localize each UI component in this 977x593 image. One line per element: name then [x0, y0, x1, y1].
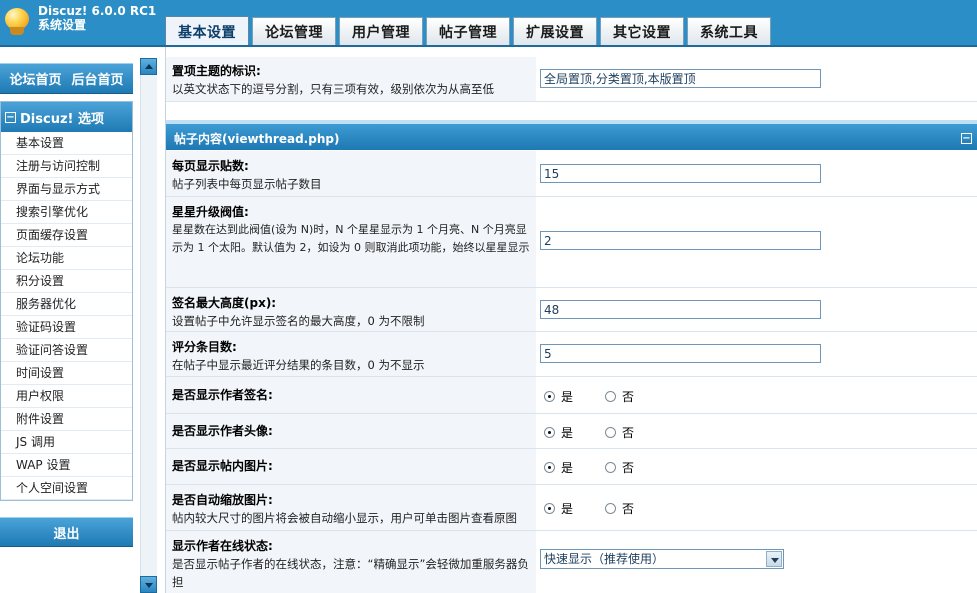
sidebar-item-forum-features[interactable]: 论坛功能 [1, 247, 132, 270]
setting-title: 置项主题的标识: [172, 64, 261, 78]
admin-home-link[interactable]: 后台首页 [72, 69, 124, 88]
logout-button[interactable]: 退出 [0, 517, 133, 547]
app-subtitle: 系统设置 [38, 18, 87, 32]
setting-desc: 是否显示帖子作者的在线状态，注意：“精确显示”会轻微加重服务器负担 [172, 557, 529, 589]
setting-row-sticky-labels: 置项主题的标识: 以英文状态下的逗号分割，只有三项有效，级别依次为从高至低 [166, 57, 977, 102]
auto-resize-no-radio[interactable] [605, 503, 617, 514]
setting-title: 显示作者在线状态: [172, 539, 273, 553]
setting-desc: 设置帖子中允许显示签名的最大高度，0 为不限制 [172, 314, 425, 328]
setting-row-star-threshold: 星星升级阀值: 星星数在达到此阀值(设为 N)时，N 个星星显示为 1 个月亮、… [166, 197, 977, 288]
sidebar-top-links: 论坛首页 后台首页 [0, 63, 133, 94]
setting-title: 评分条目数: [172, 340, 237, 354]
arrow-down-icon [145, 583, 153, 588]
options-menu-header[interactable]: − Discuz! 选项 [1, 102, 132, 132]
show-images-no-radio[interactable] [605, 462, 617, 473]
app-header: Discuz! 6.0.0 RC1 系统设置 基本设置 论坛管理 用户管理 帖子… [0, 0, 977, 47]
sticky-labels-input[interactable] [540, 69, 821, 88]
rating-count-input[interactable] [540, 344, 821, 363]
sidebar-item-captcha[interactable]: 验证码设置 [1, 316, 132, 339]
sidebar: 论坛首页 后台首页 − Discuz! 选项 基本设置 注册与访问控制 界面与显… [0, 47, 136, 593]
setting-row-show-signature: 是否显示作者签名: 是 否 [166, 377, 977, 414]
sidebar-item-attachments[interactable]: 附件设置 [1, 408, 132, 431]
settings-panel: 置项主题的标识: 以英文状态下的逗号分割，只有三项有效，级别依次为从高至低 帖子… [165, 47, 977, 593]
tab-system-tools[interactable]: 系统工具 [687, 17, 771, 45]
sidebar-item-register-access[interactable]: 注册与访问控制 [1, 155, 132, 178]
setting-row-signature-height: 签名最大高度(px): 设置帖子中允许显示签名的最大高度，0 为不限制 [166, 288, 977, 332]
setting-row-show-avatar: 是否显示作者头像: 是 否 [166, 414, 977, 449]
tab-user-management[interactable]: 用户管理 [339, 17, 423, 45]
radio-label: 否 [622, 502, 635, 516]
setting-title: 是否自动缩放图片: [172, 493, 273, 507]
setting-title: 是否显示帖内图片: [172, 459, 273, 473]
scrollbar[interactable] [140, 58, 157, 593]
setting-row-online-status: 显示作者在线状态: 是否显示帖子作者的在线状态，注意：“精确显示”会轻微加重服务… [166, 531, 977, 593]
sidebar-item-permissions[interactable]: 用户权限 [1, 385, 132, 408]
scroll-down-button[interactable] [140, 576, 157, 593]
setting-title: 是否显示作者头像: [172, 424, 273, 438]
setting-row-posts-per-page: 每页显示贴数: 帖子列表中每页显示帖子数目 [166, 151, 977, 197]
radio-label: 否 [622, 461, 635, 475]
sidebar-item-js-call[interactable]: JS 调用 [1, 431, 132, 454]
options-menu-title: Discuz! 选项 [20, 111, 104, 127]
setting-title: 星星升级阀值: [172, 205, 249, 219]
radio-label: 否 [622, 426, 635, 440]
radio-label: 是 [561, 390, 574, 404]
collapse-icon[interactable]: − [5, 111, 16, 123]
star-threshold-input[interactable] [540, 231, 821, 250]
sidebar-item-server-optimize[interactable]: 服务器优化 [1, 293, 132, 316]
setting-desc: 帖内较大尺寸的图片将会被自动缩小显示，用户可单击图片查看原图 [172, 511, 517, 525]
signature-height-input[interactable] [540, 300, 821, 319]
sidebar-item-basic[interactable]: 基本设置 [1, 132, 132, 155]
setting-row-show-images: 是否显示帖内图片: 是 否 [166, 449, 977, 485]
app-name: Discuz! 6.0.0 RC1 [38, 4, 157, 18]
tab-forum-management[interactable]: 论坛管理 [252, 17, 336, 45]
setting-title: 每页显示贴数: [172, 159, 249, 173]
sidebar-item-seo[interactable]: 搜索引擎优化 [1, 201, 132, 224]
online-status-select[interactable]: 快速显示（推荐使用） [540, 549, 784, 569]
sidebar-item-page-cache[interactable]: 页面缓存设置 [1, 224, 132, 247]
sidebar-item-credits[interactable]: 积分设置 [1, 270, 132, 293]
radio-label: 是 [561, 502, 574, 516]
show-avatar-no-radio[interactable] [605, 427, 617, 438]
show-images-yes-radio[interactable] [544, 462, 555, 473]
main-tabs: 基本设置 论坛管理 用户管理 帖子管理 扩展设置 其它设置 系统工具 [165, 16, 771, 46]
tab-post-management[interactable]: 帖子管理 [426, 17, 510, 45]
sidebar-item-personal-space[interactable]: 个人空间设置 [1, 477, 132, 500]
tab-other-settings[interactable]: 其它设置 [600, 17, 684, 45]
setting-title: 是否显示作者签名: [172, 388, 273, 402]
radio-label: 是 [561, 426, 574, 440]
forum-home-link[interactable]: 论坛首页 [9, 69, 61, 88]
show-avatar-yes-radio[interactable] [544, 427, 555, 438]
sidebar-item-qa-verify[interactable]: 验证问答设置 [1, 339, 132, 362]
section-collapse-icon[interactable]: − [961, 133, 972, 144]
posts-per-page-input[interactable] [540, 164, 821, 183]
setting-desc: 在帖子中显示最近评分结果的条目数，0 为不显示 [172, 358, 425, 372]
select-value: 快速显示（推荐使用） [544, 552, 665, 566]
auto-resize-yes-radio[interactable] [544, 503, 555, 514]
setting-desc: 帖子列表中每页显示帖子数目 [172, 177, 322, 191]
scroll-up-button[interactable] [140, 58, 157, 75]
radio-label: 否 [622, 390, 635, 404]
setting-desc: 以英文状态下的逗号分割，只有三项有效，级别依次为从高至低 [172, 82, 494, 96]
setting-title: 签名最大高度(px): [172, 296, 277, 310]
chevron-down-icon[interactable] [766, 551, 782, 567]
tab-basic-settings[interactable]: 基本设置 [165, 16, 249, 46]
section-title: 帖子内容(viewthread.php) [174, 132, 340, 146]
options-menu: − Discuz! 选项 基本设置 注册与访问控制 界面与显示方式 搜索引擎优化… [0, 101, 133, 501]
sidebar-item-time[interactable]: 时间设置 [1, 362, 132, 385]
discuz-logo-icon [2, 5, 34, 37]
setting-row-rating-count: 评分条目数: 在帖子中显示最近评分结果的条目数，0 为不显示 [166, 332, 977, 377]
setting-desc: 星星数在达到此阀值(设为 N)时，N 个星星显示为 1 个月亮、N 个月亮显示为… [172, 223, 530, 254]
radio-label: 是 [561, 461, 574, 475]
sidebar-item-interface-display[interactable]: 界面与显示方式 [1, 178, 132, 201]
show-signature-no-radio[interactable] [605, 391, 617, 402]
sidebar-item-wap[interactable]: WAP 设置 [1, 454, 132, 477]
section-header: 帖子内容(viewthread.php) − [166, 120, 977, 150]
tab-extension-settings[interactable]: 扩展设置 [513, 17, 597, 45]
arrow-up-icon [145, 64, 153, 69]
setting-row-auto-resize: 是否自动缩放图片: 帖内较大尺寸的图片将会被自动缩小显示，用户可单击图片查看原图… [166, 485, 977, 531]
show-signature-yes-radio[interactable] [544, 391, 555, 402]
